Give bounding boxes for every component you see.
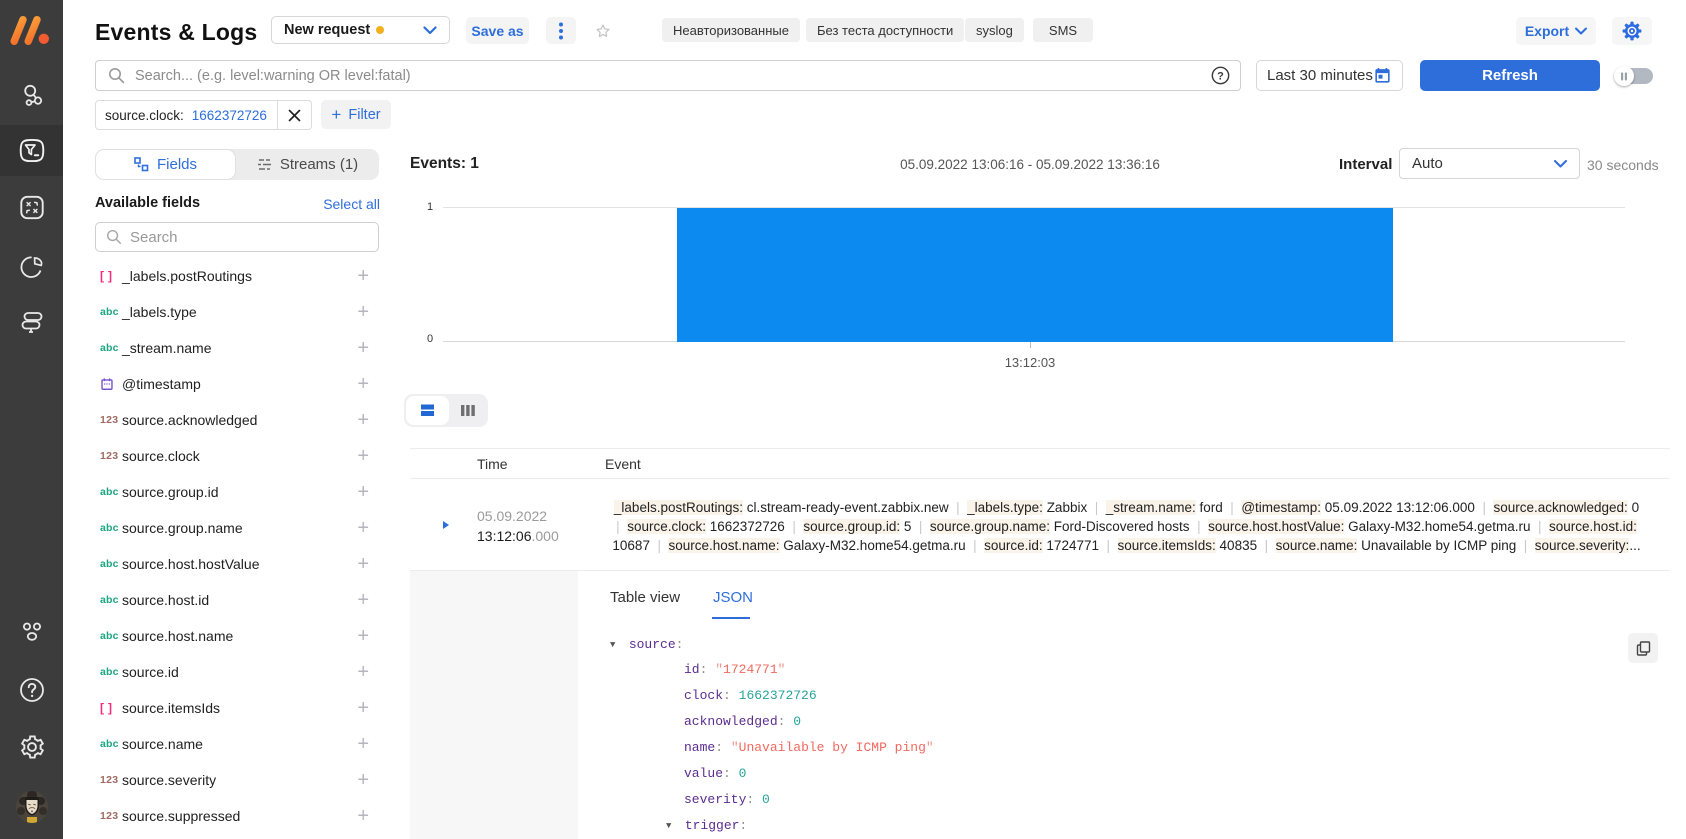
svg-text:?: ?: [1217, 70, 1224, 82]
